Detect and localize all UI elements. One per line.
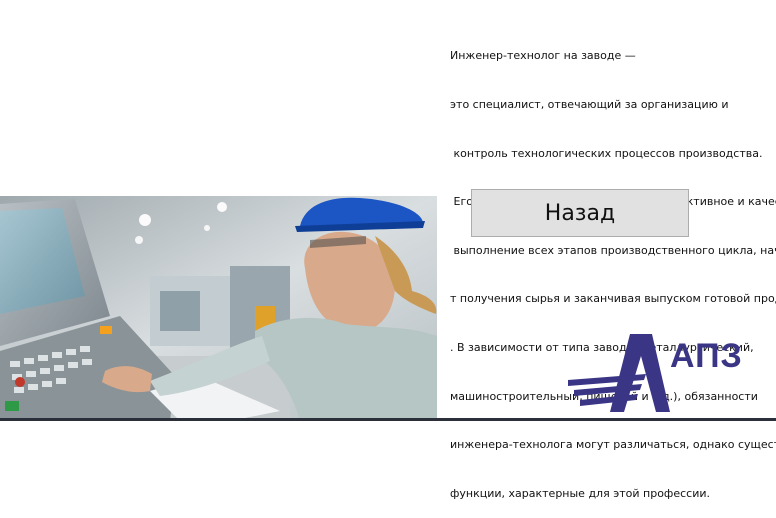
description-line: инженера-технолога могут различаться, од… [450,438,776,452]
back-button[interactable]: Назад [471,189,689,237]
description-text: Инженер-технолог на заводе — это специал… [450,16,776,518]
description-line: выполнение всех этапов производственного… [450,243,776,257]
description-line: контроль технологических процессов произ… [450,146,763,160]
engineer-photo [0,196,437,421]
engineer-at-control-panel-photo [0,196,437,421]
description-line: это специалист, отвечающий за организаци… [450,98,729,112]
description-line: функции, характерные для этой профессии. [450,486,710,500]
description-line: т получения сырья и заканчивая выпуском … [450,292,776,306]
logo-text: АПЗ [670,337,743,375]
description-line: Инженер-технолог на заводе — [450,49,636,63]
